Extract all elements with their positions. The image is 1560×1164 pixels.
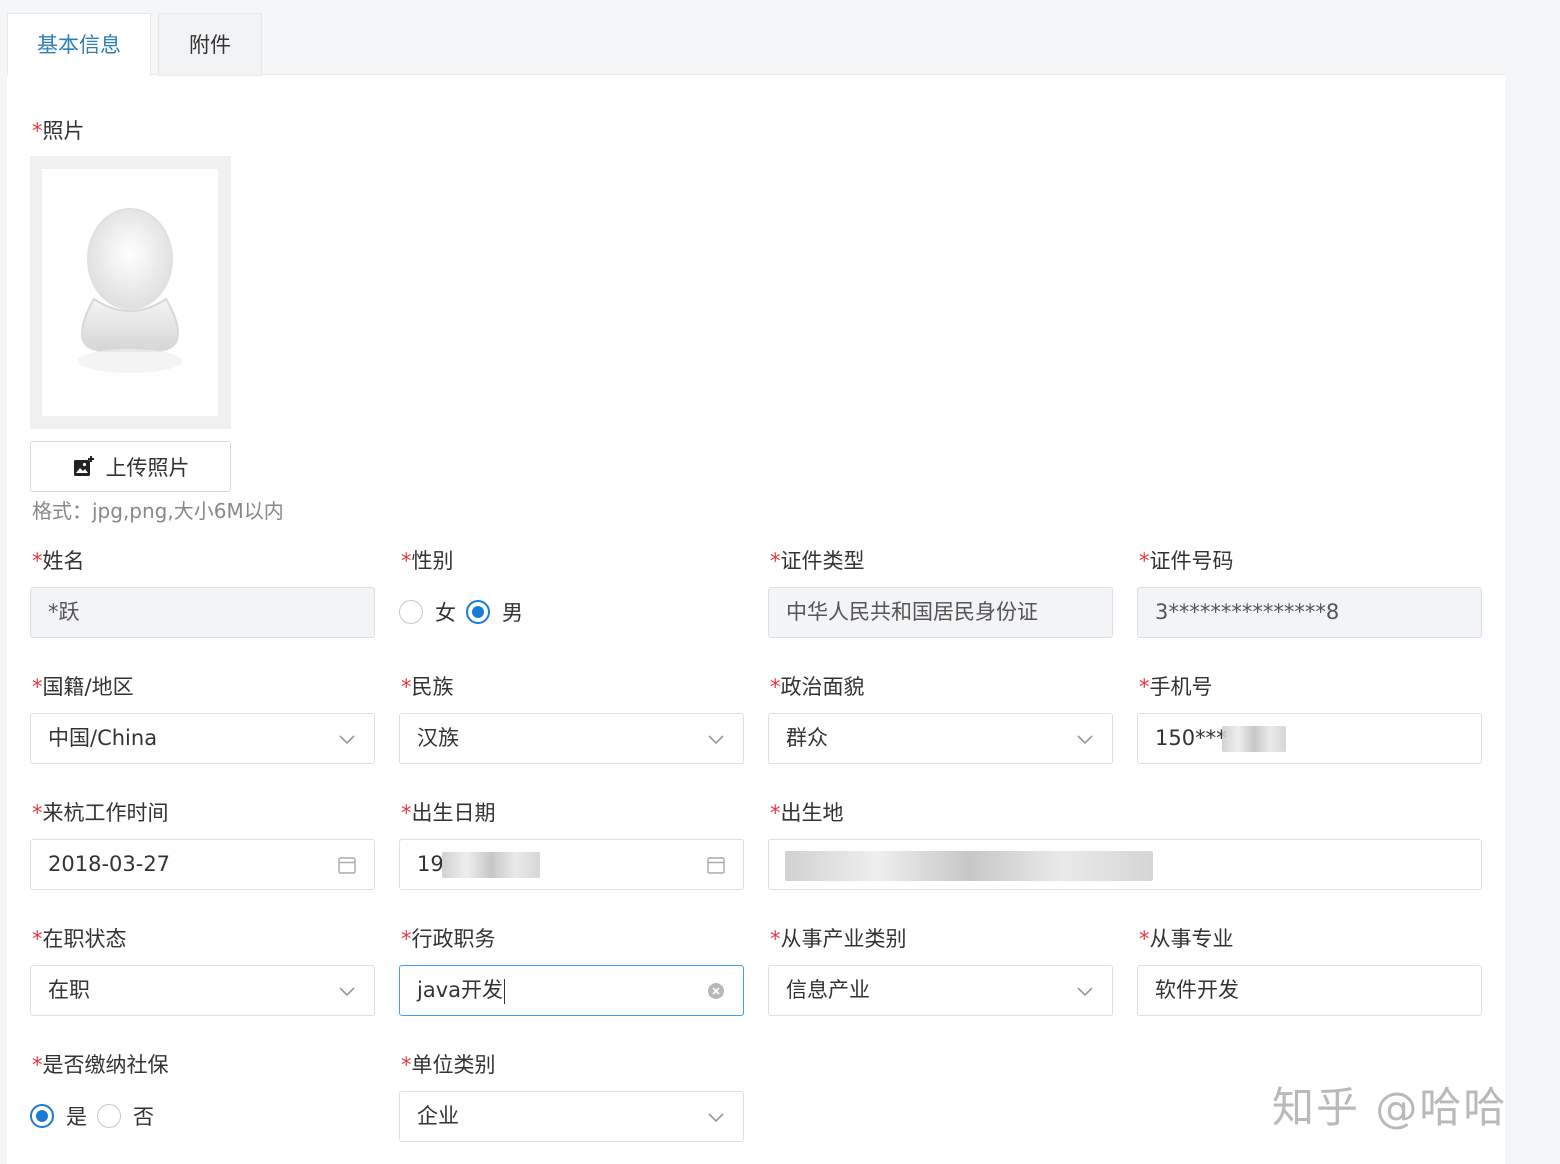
ethnicity-select[interactable]: 汉族	[399, 713, 744, 764]
id-type-label: *证件类型	[770, 549, 865, 573]
redacted-birthplace-mask	[785, 851, 1153, 881]
industry-label: *从事产业类别	[770, 927, 907, 951]
name-label: *姓名	[32, 549, 85, 573]
tab-attachments[interactable]: 附件	[158, 13, 262, 76]
employment-status-select[interactable]: 在职	[30, 965, 375, 1016]
work-start-date-picker[interactable]: 2018-03-27	[30, 839, 375, 890]
avatar-placeholder-icon	[78, 208, 182, 373]
birth-date-label: *出生日期	[401, 801, 496, 825]
position-input[interactable]: java开发	[399, 965, 744, 1016]
tab-basic-info[interactable]: 基本信息	[7, 13, 151, 76]
upload-photo-button[interactable]: 上传照片	[30, 441, 231, 492]
birthplace-label: *出生地	[770, 801, 844, 825]
major-input[interactable]: 软件开发	[1137, 965, 1482, 1016]
photo-label: *照片	[32, 119, 85, 143]
nationality-select[interactable]: 中国/China	[30, 713, 375, 764]
text-caret	[504, 978, 505, 1004]
chevron-down-icon	[1077, 735, 1093, 745]
birthplace-input[interactable]	[768, 839, 1482, 890]
name-input[interactable]: *跃	[30, 587, 375, 638]
calendar-icon	[338, 857, 356, 874]
position-label: *行政职务	[401, 927, 496, 951]
social-security-no-radio[interactable]	[97, 1104, 121, 1128]
chevron-down-icon	[1077, 987, 1093, 997]
id-number-label: *证件号码	[1139, 549, 1234, 573]
gender-male-radio[interactable]	[466, 600, 490, 624]
phone-label: *手机号	[1139, 675, 1213, 699]
industry-select[interactable]: 信息产业	[768, 965, 1113, 1016]
id-type-input[interactable]: 中华人民共和国居民身份证	[768, 587, 1113, 638]
add-image-icon	[73, 455, 94, 476]
photo-format-hint: 格式：jpg,png,大小6M以内	[32, 499, 284, 523]
unit-type-select[interactable]: 企业	[399, 1091, 744, 1142]
gender-female-radio[interactable]	[399, 600, 423, 624]
gender-label: *性别	[401, 549, 454, 573]
social-security-yes-radio[interactable]	[30, 1104, 54, 1128]
redacted-phone-mask	[1222, 726, 1286, 752]
birth-date-picker[interactable]: 19	[399, 839, 744, 890]
clear-icon[interactable]	[705, 980, 727, 1002]
phone-input[interactable]: 150***	[1137, 713, 1482, 764]
social-security-radio-group: 是 否	[30, 1101, 164, 1131]
nationality-label: *国籍/地区	[32, 675, 134, 699]
form-card: 基本信息 附件 *照片 上传照片 格式：jpg,png,大小6M以内 *姓名 *…	[7, 13, 1505, 1164]
work-start-label: *来杭工作时间	[32, 801, 169, 825]
employment-status-label: *在职状态	[32, 927, 127, 951]
chevron-down-icon	[339, 735, 355, 745]
redacted-birth-date-mask	[442, 852, 540, 878]
chevron-down-icon	[708, 735, 724, 745]
calendar-icon	[707, 857, 725, 874]
gender-radio-group: 女 男	[399, 597, 533, 627]
chevron-down-icon	[339, 987, 355, 997]
id-number-input[interactable]: 3***************8	[1137, 587, 1482, 638]
photo-preview	[30, 156, 231, 429]
chevron-down-icon	[708, 1113, 724, 1123]
political-status-select[interactable]: 群众	[768, 713, 1113, 764]
unit-type-label: *单位类别	[401, 1053, 496, 1077]
ethnicity-label: *民族	[401, 675, 454, 699]
political-status-label: *政治面貌	[770, 675, 865, 699]
tab-bar: 基本信息 附件	[7, 13, 1505, 76]
major-label: *从事专业	[1139, 927, 1234, 951]
watermark: 知乎 @哈哈	[1272, 1083, 1508, 1132]
social-security-label: *是否缴纳社保	[32, 1053, 169, 1077]
